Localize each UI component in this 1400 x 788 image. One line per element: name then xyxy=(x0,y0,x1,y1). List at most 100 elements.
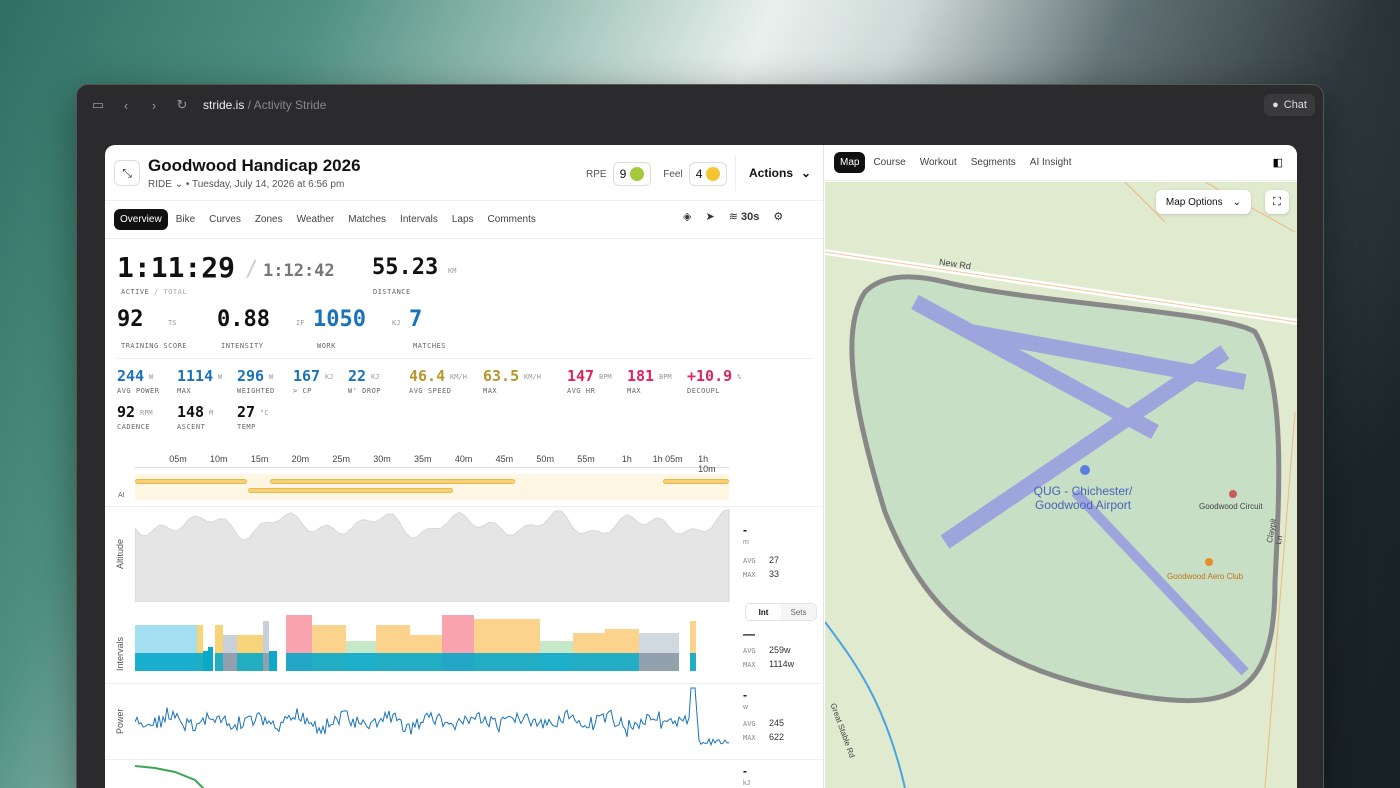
int-sets-toggle[interactable]: Int Sets xyxy=(745,603,817,621)
time-separator: / xyxy=(245,257,259,282)
toggle-int[interactable]: Int xyxy=(746,604,781,620)
tab-matches[interactable]: Matches xyxy=(342,209,392,230)
tab-overview[interactable]: Overview xyxy=(114,209,168,230)
tab-bike[interactable]: Bike xyxy=(170,209,201,230)
fullscreen-icon: ⛶ xyxy=(1273,195,1281,208)
interval-base xyxy=(135,653,197,671)
interval-base xyxy=(237,653,263,671)
forward-icon[interactable]: › xyxy=(147,98,161,113)
metric-value: 296 xyxy=(237,367,265,385)
smoothing-button[interactable]: ≋ 30s xyxy=(729,210,760,223)
navigate-icon[interactable]: ➤ xyxy=(705,210,714,223)
timeline-tick: 1h 10m xyxy=(698,454,716,474)
metric-unit: °C xyxy=(260,409,269,417)
map-label-circuit: Goodwood Circuit xyxy=(1199,502,1263,511)
metric-unit: KM/H xyxy=(524,373,541,381)
map-tab-segments[interactable]: Segments xyxy=(965,152,1022,173)
activity-type[interactable]: RIDE xyxy=(148,179,172,190)
stat-value: 7 xyxy=(409,307,423,332)
chat-button[interactable]: ● Chat xyxy=(1264,94,1315,116)
ai-segment[interactable] xyxy=(270,479,515,484)
interval-base xyxy=(215,653,223,671)
metric-label: AVG POWER xyxy=(117,387,160,395)
tab-laps[interactable]: Laps xyxy=(446,209,480,230)
rpe-button[interactable]: 9 xyxy=(612,162,652,186)
energy-plot[interactable] xyxy=(135,760,735,788)
max-label: MAX xyxy=(743,734,756,742)
active-label: ACTIVE xyxy=(121,288,150,296)
tab-comments[interactable]: Comments xyxy=(482,209,542,230)
altitude-label: Altitude xyxy=(115,538,125,569)
tab-zones[interactable]: Zones xyxy=(249,209,289,230)
power-line xyxy=(135,687,730,747)
address-bar[interactable]: stride.is / Activity Stride xyxy=(203,98,326,112)
map-label-airport: QUG - Chichester/ Goodwood Airport xyxy=(1033,484,1133,512)
map-tab-map[interactable]: Map xyxy=(834,152,866,173)
energy-chart: al - kJ xyxy=(105,759,824,788)
total-label: / TOTAL xyxy=(154,288,188,296)
collapse-button[interactable]: ⤡ xyxy=(114,160,140,186)
altitude-area xyxy=(135,509,730,602)
interval-base xyxy=(573,653,605,671)
activity-date: Tuesday, July 14, 2026 at 6:56 pm xyxy=(191,179,345,190)
ai-segment[interactable] xyxy=(248,488,453,493)
feel-value: 4 xyxy=(695,167,703,181)
metric-unit: W xyxy=(269,373,274,381)
timeline-tick: 55m xyxy=(577,454,595,464)
tab-intervals[interactable]: Intervals xyxy=(394,209,444,230)
distance-value: 55.23 xyxy=(372,255,439,280)
power-plot[interactable] xyxy=(135,684,735,756)
altitude-max: 33 xyxy=(769,569,780,579)
metric-unit: KJ xyxy=(325,373,334,381)
map-tab-course[interactable]: Course xyxy=(867,152,911,173)
interval-base xyxy=(639,653,679,671)
feel-button[interactable]: 4 xyxy=(688,162,728,186)
metric-value: 181 xyxy=(627,367,655,385)
ai-label: AI xyxy=(118,492,125,499)
power-max: 622 xyxy=(769,732,785,742)
browser-toolbar: ▭ ‹ › ↻ stride.is / Activity Stride ● Cha… xyxy=(77,85,1323,125)
toggle-sets[interactable]: Sets xyxy=(781,604,816,620)
map-tabs: Map Course Workout Segments AI Insight xyxy=(825,145,1297,181)
panel-toggle-icon[interactable]: ◧ xyxy=(1273,156,1283,169)
max-label: MAX xyxy=(743,661,756,669)
intervals-chart: Intervals — AVG 259w MAX 1114w xyxy=(105,611,824,681)
fullscreen-button[interactable]: ⛶ xyxy=(1265,190,1289,214)
settings-sliders-icon[interactable]: ⚙ xyxy=(773,210,783,223)
timeline-tick: 40m xyxy=(454,454,473,464)
airport-icon xyxy=(1080,465,1090,475)
stat-label: MATCHES xyxy=(413,342,447,350)
back-icon[interactable]: ‹ xyxy=(119,98,133,113)
metric-value: 63.5 xyxy=(483,367,520,385)
collapse-icon: ⤡ xyxy=(122,165,132,180)
map-options-button[interactable]: Map Options ⌄ xyxy=(1155,190,1251,214)
stat-unit: KJ xyxy=(392,319,401,327)
reload-icon[interactable]: ↻ xyxy=(175,97,189,113)
activity-panel: ⤡ Goodwood Handicap 2026 RIDE ⌄ • Tuesda… xyxy=(105,145,824,788)
metric-value: 1114 xyxy=(177,367,214,385)
intervals-current: — xyxy=(743,627,755,641)
aero-club-icon xyxy=(1205,558,1213,566)
map-tab-ai-insight[interactable]: AI Insight xyxy=(1024,152,1078,173)
map-tab-workout[interactable]: Workout xyxy=(914,152,963,173)
tab-curves[interactable]: Curves xyxy=(203,209,247,230)
interval-base xyxy=(605,653,639,671)
ai-segment[interactable] xyxy=(663,479,729,484)
smile-face-icon xyxy=(706,167,721,181)
sidebar-toggle-icon[interactable]: ▭ xyxy=(91,97,105,113)
interval-base xyxy=(376,653,410,671)
timeline-tick: 25m xyxy=(332,454,350,464)
metric-label: WEIGHTED xyxy=(237,387,275,395)
activity-title: Goodwood Handicap 2026 xyxy=(148,156,361,175)
layers-icon[interactable]: ◈ xyxy=(683,210,691,223)
altitude-plot[interactable] xyxy=(135,507,735,602)
actions-button[interactable]: Actions ⌄ xyxy=(735,155,811,191)
tab-weather[interactable]: Weather xyxy=(291,209,341,230)
ai-segment[interactable] xyxy=(135,479,247,484)
intervals-plot[interactable] xyxy=(135,611,735,675)
timeline-tick: 05m xyxy=(169,454,187,464)
timeline-tick: 35m xyxy=(414,454,432,464)
power-chart: Power - w AVG 245 MAX 622 xyxy=(105,683,824,759)
map[interactable]: New Rd QUG - Chichester/ Goodwood Airpor… xyxy=(825,182,1297,788)
metric-label: TEMP xyxy=(237,423,256,431)
